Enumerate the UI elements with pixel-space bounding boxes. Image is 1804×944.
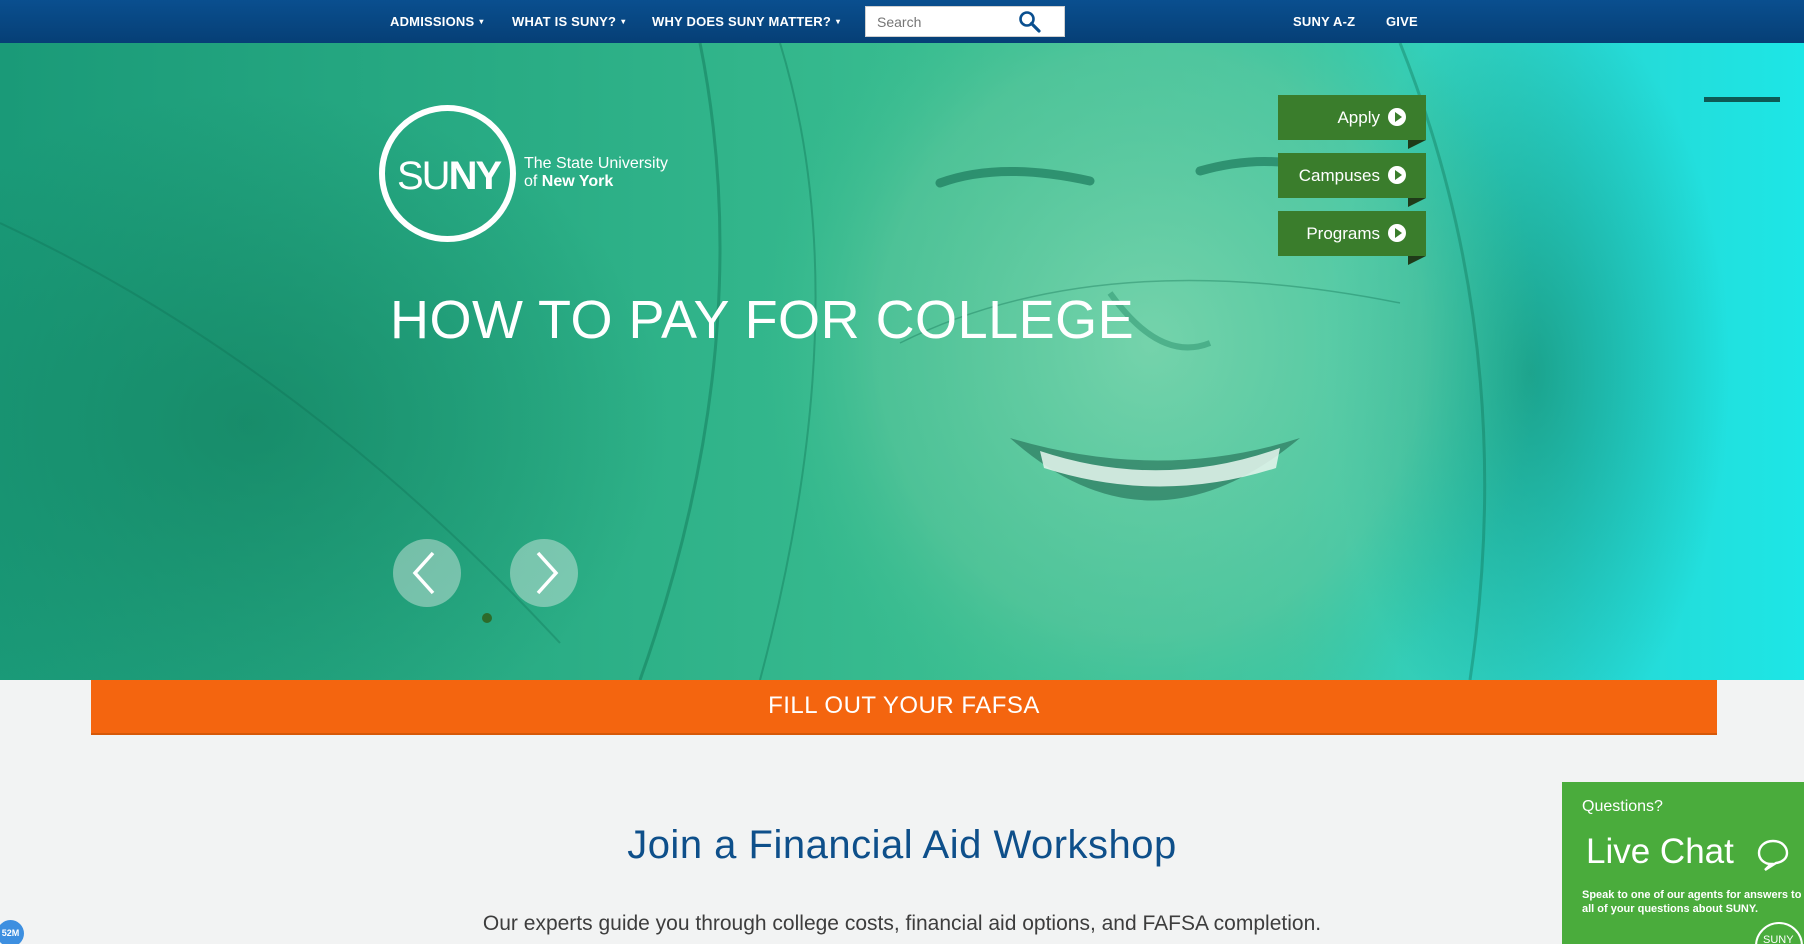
search-input[interactable]: [866, 7, 1016, 36]
logo-wordmark: The State University of New York: [524, 155, 668, 191]
carousel-next-button[interactable]: [510, 539, 578, 607]
nav-what-is-suny-label: WHAT IS SUNY?: [512, 14, 617, 29]
fafsa-button[interactable]: FILL OUT YOUR FAFSA: [91, 680, 1717, 735]
logo-mark: SUNY: [397, 154, 503, 198]
suny-logo[interactable]: SUNY The State University of New York: [379, 105, 668, 242]
chevron-left-icon: [412, 551, 435, 595]
chevron-right-icon: [536, 551, 559, 595]
logo-line1: The State University: [524, 155, 669, 172]
hero-banner: SUNY The State University of New York Ap…: [0, 43, 1804, 680]
nav-admissions[interactable]: ADMISSIONS ▾: [390, 14, 484, 29]
live-chat-badge-text: SUNY: [1763, 934, 1794, 944]
nav-why-suny-matters-label: WHY DOES SUNY MATTER?: [652, 14, 831, 29]
workshop-title: Join a Financial Aid Workshop: [627, 823, 1177, 867]
apply-label: Apply: [1337, 108, 1380, 127]
chat-bubble-icon: [1757, 839, 1789, 872]
carousel-dot[interactable]: [482, 613, 492, 623]
logo-line2-prefix: of: [524, 173, 538, 190]
hero-photo: [0, 43, 1730, 680]
nav-why-suny-matters[interactable]: WHY DOES SUNY MATTER? ▾: [652, 14, 840, 29]
top-nav: ADMISSIONS ▾ WHAT IS SUNY? ▾ WHY DOES SUNY…: [0, 0, 1804, 43]
hero-title: HOW TO PAY FOR COLLEGE: [390, 290, 1135, 350]
programs-label: Programs: [1306, 224, 1380, 243]
logo-line2-bold: New York: [541, 173, 614, 190]
logo-line2: of New York: [524, 173, 668, 191]
chevron-down-icon: ▾: [621, 17, 626, 26]
nav-admissions-label: ADMISSIONS: [390, 14, 475, 29]
programs-button[interactable]: Programs: [1278, 211, 1426, 265]
nav-give[interactable]: GIVE: [1386, 14, 1418, 29]
workshop-description: Our experts guide you through college co…: [482, 912, 1322, 935]
logo-ring: SUNY: [379, 105, 516, 242]
live-chat-title: Live Chat: [1586, 832, 1734, 871]
live-chat-avatar: SUNY: [1755, 922, 1803, 944]
live-chat-description: Speak to one of our agents for answers t…: [1582, 889, 1802, 915]
quick-links: Apply Campuses Programs: [1278, 95, 1426, 269]
campuses-button[interactable]: Campuses: [1278, 153, 1426, 207]
play-icon: [1388, 108, 1406, 126]
nav-what-is-suny[interactable]: WHAT IS SUNY? ▾: [512, 14, 625, 29]
search-icon[interactable]: [1018, 11, 1042, 33]
carousel-prev-button[interactable]: [393, 539, 461, 607]
play-icon: [1388, 166, 1406, 184]
live-chat-widget[interactable]: Questions? Live Chat Speak to one of our…: [1562, 782, 1804, 944]
chevron-down-icon: ▾: [479, 17, 484, 26]
play-icon: [1388, 224, 1406, 242]
live-chat-questions: Questions?: [1582, 798, 1663, 815]
counter-badge[interactable]: 52M: [0, 920, 24, 944]
logo-su: SU: [397, 154, 451, 198]
campuses-label: Campuses: [1298, 166, 1380, 185]
logo-ny: NY: [448, 154, 503, 198]
chevron-down-icon: ▾: [836, 17, 841, 26]
hero-accent-bar: [1704, 97, 1780, 102]
apply-button[interactable]: Apply: [1278, 95, 1426, 149]
search-box: [865, 6, 1065, 37]
nav-suny-a-z[interactable]: SUNY A-Z: [1293, 14, 1355, 29]
